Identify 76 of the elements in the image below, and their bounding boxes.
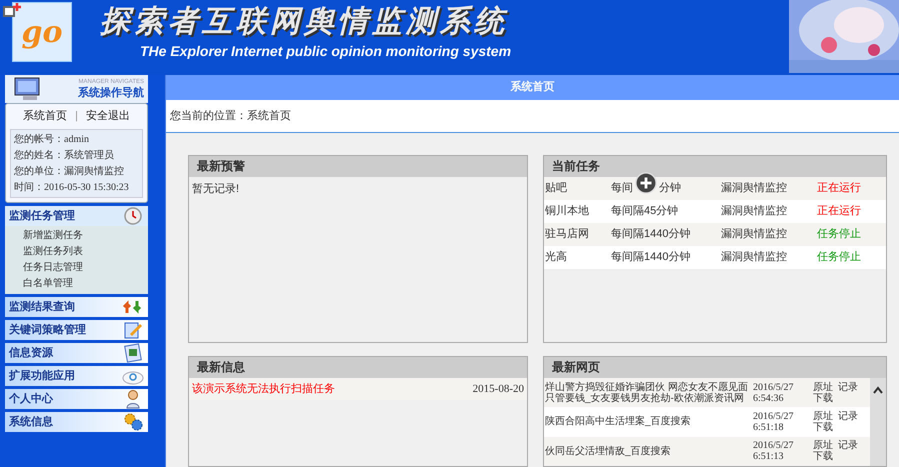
submenu-item[interactable]: 白名单管理 xyxy=(5,276,148,292)
page-date: 2016/5/27 xyxy=(753,410,795,422)
link-separator: | xyxy=(75,109,78,124)
task-unit: 漏洞舆情监控 xyxy=(721,250,788,266)
page-title-bar: 系统首页 xyxy=(166,75,899,100)
add-icon xyxy=(2,2,24,20)
info-value: 漏洞舆情监控 xyxy=(64,164,124,179)
task-status: 正在运行 xyxy=(817,181,861,196)
submenu-item[interactable]: 监测任务列表 xyxy=(5,244,148,260)
pencil-icon xyxy=(122,320,144,340)
nav-title: 系统操作导航 xyxy=(78,86,144,100)
page-link[interactable]: 陕西合阳高中生活埋案_百度搜索 xyxy=(544,416,750,428)
menu-item[interactable]: 扩展功能应用 xyxy=(5,366,148,386)
page-time: 6:51:18 xyxy=(753,422,785,433)
task-interval: 每间隔45分钟 xyxy=(611,204,678,220)
panel-title: 最新预警 xyxy=(189,156,527,177)
task-interval: 每间 xyxy=(611,181,633,196)
record-link[interactable]: 记录 xyxy=(838,410,858,422)
task-interval: 分钟 xyxy=(659,181,681,196)
record-link[interactable]: 记录 xyxy=(838,440,858,452)
page-time: 6:51:13 xyxy=(753,451,785,462)
panel-title: 当前任务 xyxy=(544,156,886,177)
home-link[interactable]: 系统首页 xyxy=(23,108,68,125)
info-value: 2016-05-30 15:30:23 xyxy=(44,181,129,195)
page-time: 6:54:36 xyxy=(753,392,785,404)
logo: go xyxy=(12,2,72,62)
submenu-item[interactable]: 任务日志管理 xyxy=(5,260,148,276)
page-link[interactable]: 烊山警方捣毁征婚诈骗团伙 网恋女友不愿见面只管要钱_女友要钱男友抢劫-欧依潮派资讯网 xyxy=(544,382,750,404)
record-link[interactable]: 记录 xyxy=(838,382,858,393)
system-title: 探索者互联网舆情监测系统 xyxy=(100,4,509,40)
info-value: 系统管理员 xyxy=(64,148,114,163)
menu-item[interactable]: 个人中心 xyxy=(5,389,148,409)
menu-item[interactable]: 监测结果查询 xyxy=(5,297,148,317)
task-name: 贴吧 xyxy=(544,181,568,196)
task-status: 任务停止 xyxy=(817,227,861,242)
news-date: 2015-08-20 xyxy=(472,382,524,397)
info-label: 您的帐号： xyxy=(14,132,64,147)
task-name: 驻马店网 xyxy=(544,226,590,242)
task-unit: 漏洞舆情监控 xyxy=(721,227,788,242)
page-date: 2016/5/27 xyxy=(753,382,795,393)
source-link[interactable]: 原址 xyxy=(813,382,833,393)
plus-icon[interactable] xyxy=(635,172,657,194)
task-interval: 每间隔1440分钟 xyxy=(611,250,690,266)
scroll-up-icon[interactable] xyxy=(873,386,883,394)
menu-item[interactable]: 关键词策略管理 xyxy=(5,320,148,340)
gears-icon xyxy=(122,412,144,432)
task-unit: 漏洞舆情监控 xyxy=(721,204,788,220)
menu-item[interactable]: 信息资源 xyxy=(5,343,148,363)
task-status: 正在运行 xyxy=(817,204,861,220)
info-label: 时间： xyxy=(14,180,44,195)
info-value: admin xyxy=(64,133,89,147)
page-date: 2016/5/27 xyxy=(753,440,795,452)
task-name: 光高 xyxy=(544,250,568,266)
submenu-item[interactable]: 新增监测任务 xyxy=(5,228,148,244)
info-label: 您的单位： xyxy=(14,164,64,179)
task-name: 铜川本地 xyxy=(544,204,590,220)
info-label: 您的姓名： xyxy=(14,149,64,163)
panel-title: 最新网页 xyxy=(544,357,886,378)
page-link[interactable]: 伙同岳父活埋情敌_百度搜索 xyxy=(544,446,750,457)
logout-link[interactable]: 安全退出 xyxy=(86,108,130,125)
task-status: 任务停止 xyxy=(817,250,861,266)
download-link[interactable]: 下载 xyxy=(813,451,833,462)
system-subtitle: THe Explorer Internet public opinion monitoring system xyxy=(140,42,512,60)
menu-item[interactable]: 监测任务管理 xyxy=(5,206,148,226)
clock-icon xyxy=(122,206,144,226)
source-link[interactable]: 原址 xyxy=(813,440,833,452)
panel-title: 最新信息 xyxy=(189,357,527,378)
task-interval: 每间隔1440分钟 xyxy=(611,227,690,242)
download-link[interactable]: 下载 xyxy=(813,422,833,433)
task-unit: 漏洞舆情监控 xyxy=(721,181,788,196)
breadcrumb: 您当前的位置：系统首页 xyxy=(166,100,899,133)
empty-message: 暂无记录! xyxy=(191,182,240,197)
menu-item[interactable]: 系统信息 xyxy=(5,412,148,432)
source-link[interactable]: 原址 xyxy=(813,410,833,422)
news-link[interactable]: 该演示系统无法执行扫描任务 xyxy=(192,380,335,398)
download-link[interactable]: 下载 xyxy=(813,392,833,404)
